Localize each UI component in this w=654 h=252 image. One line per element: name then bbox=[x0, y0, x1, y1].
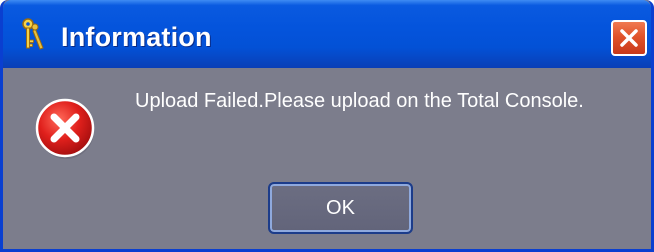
error-message: Upload Failed.Please upload on the Total… bbox=[135, 90, 584, 112]
ok-button[interactable]: OK bbox=[268, 182, 413, 234]
dialog-body: Upload Failed.Please upload on the Total… bbox=[3, 68, 651, 249]
error-icon bbox=[33, 96, 99, 162]
close-icon bbox=[620, 29, 638, 47]
close-button[interactable] bbox=[611, 20, 647, 56]
title-bar[interactable]: Information bbox=[3, 0, 651, 68]
information-dialog: Information Upload Failed.Please upload … bbox=[0, 0, 654, 252]
dialog-title: Information bbox=[61, 22, 212, 52]
keys-icon bbox=[17, 18, 47, 52]
